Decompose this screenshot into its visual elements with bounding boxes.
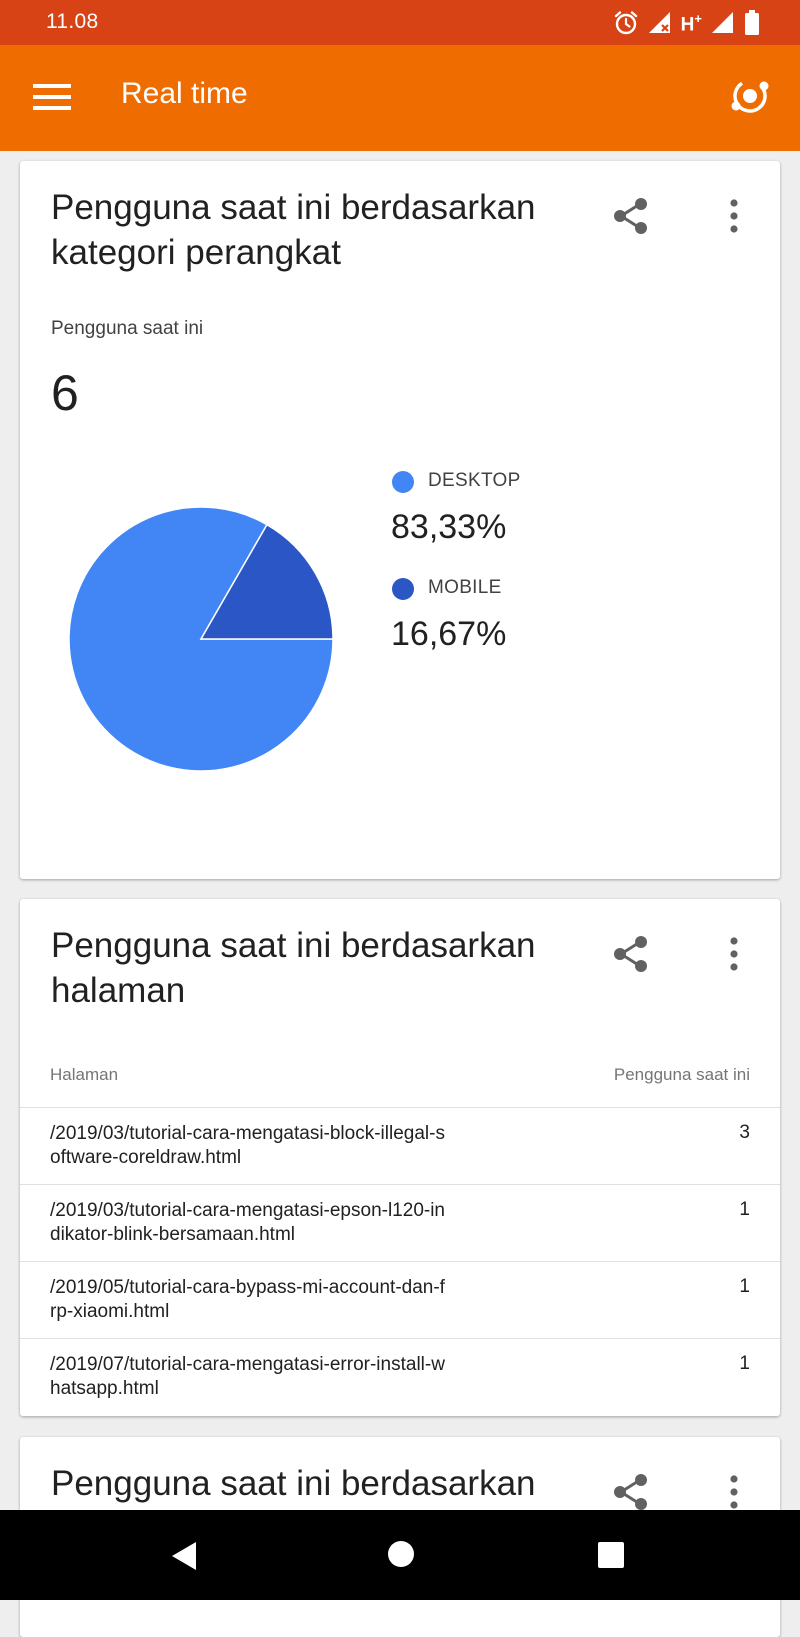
recents-icon	[598, 1542, 624, 1568]
back-button[interactable]	[168, 1539, 202, 1573]
more-vert-icon	[729, 936, 739, 976]
page-path: /2019/03/tutorial-cara-mengatasi-block-i…	[50, 1123, 445, 1168]
table-header: Halaman Pengguna saat ini	[20, 1057, 780, 1108]
table-row[interactable]: /2019/03/tutorial-cara-mengatasi-epson-l…	[20, 1185, 780, 1262]
more-vert-icon	[729, 1474, 739, 1514]
card-title: Pengguna saat ini berdasarkan kategori p…	[51, 188, 536, 272]
card-title: Pengguna saat ini berdasarkan	[51, 1464, 536, 1503]
table-row[interactable]: /2019/07/tutorial-cara-mengatasi-error-i…	[20, 1339, 780, 1415]
menu-button[interactable]	[26, 73, 78, 125]
metric-label: Pengguna saat ini	[51, 318, 204, 339]
page-path: /2019/07/tutorial-cara-mengatasi-error-i…	[50, 1354, 445, 1399]
network-type-label: H+	[681, 12, 702, 34]
app-bar: Real time	[0, 45, 800, 151]
home-button[interactable]	[387, 1540, 415, 1568]
metric-value: 6	[51, 365, 79, 421]
share-button[interactable]	[606, 193, 656, 243]
legend-value: 83,33%	[391, 508, 507, 546]
status-time: 11.08	[46, 10, 99, 33]
share-button[interactable]	[606, 931, 656, 981]
column-header-page: Halaman	[50, 1065, 119, 1084]
table-row[interactable]: /2019/05/tutorial-cara-bypass-mi-account…	[20, 1262, 780, 1339]
page-users: 3	[739, 1122, 750, 1143]
network-type-suffix: +	[694, 10, 702, 26]
back-icon	[172, 1542, 196, 1570]
legend-name: DESKTOP	[428, 470, 521, 491]
page-path: /2019/03/tutorial-cara-mengatasi-epson-l…	[50, 1200, 446, 1245]
table-row[interactable]: /2019/03/tutorial-cara-mengatasi-block-i…	[20, 1108, 780, 1185]
page-users: 1	[739, 1276, 750, 1297]
pages-card: Pengguna saat ini berdasarkan halaman Ha…	[20, 899, 780, 1416]
more-vert-icon	[729, 198, 739, 238]
status-bar: 11.08 H+	[0, 0, 800, 45]
signal-no-sim-icon	[647, 10, 673, 36]
alarm-icon	[613, 10, 639, 36]
column-header-users: Pengguna saat ini	[613, 1065, 750, 1084]
device-category-card: Pengguna saat ini berdasarkan kategori p…	[20, 161, 780, 879]
legend-dot-desktop	[392, 471, 414, 493]
more-options-button[interactable]	[714, 193, 754, 243]
pie-chart-svg	[68, 506, 334, 772]
home-icon	[388, 1541, 414, 1567]
realtime-icon	[728, 74, 772, 123]
recents-button[interactable]	[597, 1541, 625, 1569]
battery-icon	[744, 10, 760, 36]
legend-value: 16,67%	[391, 615, 507, 653]
page-title: Real time	[121, 77, 248, 110]
device-pie-chart	[67, 505, 335, 773]
share-icon	[611, 196, 651, 241]
signal-icon	[710, 10, 736, 36]
card-title: Pengguna saat ini berdasarkan halaman	[51, 926, 536, 1010]
page-users: 1	[739, 1199, 750, 1220]
legend-name: MOBILE	[428, 577, 502, 598]
network-type-text: H	[680, 14, 695, 36]
legend-dot-mobile	[392, 578, 414, 600]
system-nav-bar	[0, 1510, 800, 1600]
more-options-button[interactable]	[714, 931, 754, 981]
page-path: /2019/05/tutorial-cara-bypass-mi-account…	[50, 1277, 445, 1322]
menu-icon	[33, 83, 71, 116]
page-users: 1	[739, 1353, 750, 1374]
realtime-button[interactable]	[724, 72, 776, 124]
share-icon	[611, 934, 651, 979]
table-body: /2019/03/tutorial-cara-mengatasi-block-i…	[20, 1108, 780, 1415]
status-icons: H+	[613, 8, 760, 38]
